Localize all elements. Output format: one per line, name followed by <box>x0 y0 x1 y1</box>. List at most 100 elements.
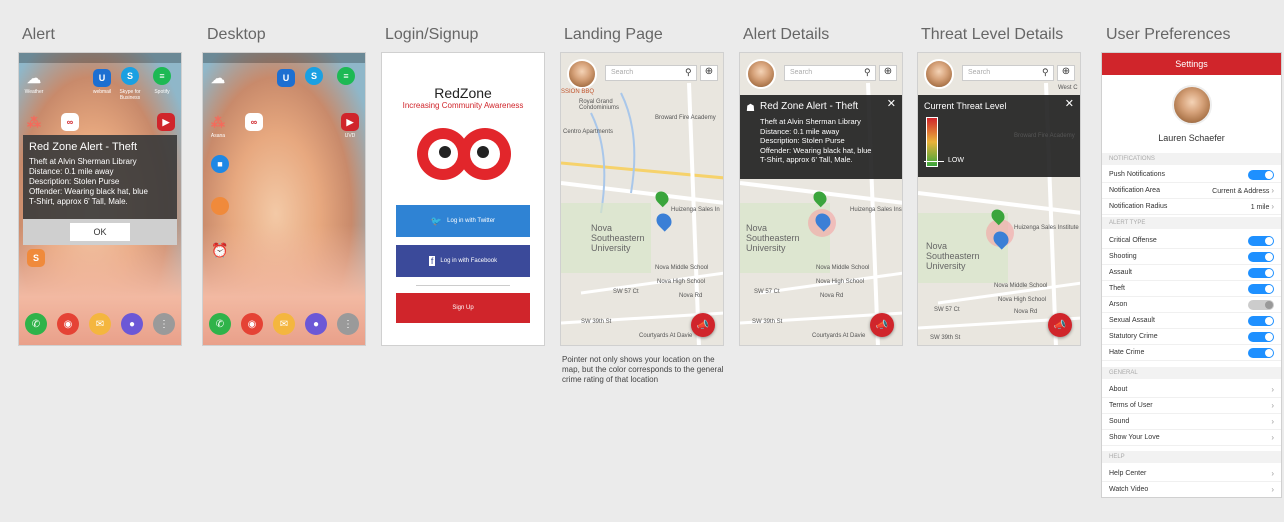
avatar[interactable] <box>567 59 597 89</box>
skype-icon[interactable]: S <box>305 67 323 85</box>
push-notifications-row[interactable]: Push Notifications <box>1102 167 1281 183</box>
notification-radius-row[interactable]: Notification Radius 1 mile › <box>1102 199 1281 215</box>
email-icon[interactable]: ✉ <box>89 313 111 335</box>
search-input[interactable]: Search <box>784 65 876 81</box>
map-label: SW 57 Ct <box>934 307 960 313</box>
brand-tagline: Increasing Community Awareness <box>402 101 524 110</box>
alert-type-toggle[interactable] <box>1248 267 1274 278</box>
alert-type-row[interactable]: Critical Offense <box>1102 233 1281 249</box>
apps-grid-icon[interactable]: ⋮ <box>337 313 359 335</box>
alert-type-toggle[interactable] <box>1248 251 1274 262</box>
row-label: Help Center <box>1109 470 1147 477</box>
report-alert-button[interactable]: 📣 <box>1048 313 1072 337</box>
general-row-sound[interactable]: Sound › <box>1102 414 1281 430</box>
app-icon[interactable]: S <box>27 249 45 267</box>
uvd-icon[interactable]: ▶ <box>157 113 175 131</box>
map-view[interactable]: Search ⚲ ⊕ West C ✕ Current Threat Level… <box>918 53 1080 345</box>
alert-line: T-Shirt, approx 6' Tall, Male. <box>760 155 853 164</box>
asana-icon[interactable]: ⁂ <box>209 113 227 131</box>
search-icon[interactable]: ⚲ <box>864 67 874 77</box>
login-twitter-button[interactable]: 🐦 Log in with Twitter <box>396 205 530 237</box>
avatar[interactable] <box>1172 85 1212 125</box>
alarm-icon[interactable]: ⏰ <box>211 241 229 259</box>
alert-phone-screen: ☁ Weather U webmail S Skype for Business… <box>18 52 182 346</box>
phone-icon[interactable]: ✆ <box>25 313 47 335</box>
uvd-icon[interactable]: ▶ <box>341 113 359 131</box>
alert-line: Theft at Alvin Sherman Library <box>760 117 861 126</box>
alert-type-toggle[interactable] <box>1248 235 1274 246</box>
alert-type-toggle[interactable] <box>1248 347 1274 358</box>
alert-type-row[interactable]: Shooting <box>1102 249 1281 265</box>
map-label: Centro Apartments <box>563 129 614 135</box>
skype-icon[interactable]: S <box>121 67 139 85</box>
alert-type-row[interactable]: Statutory Crime <box>1102 329 1281 345</box>
asana-icon[interactable]: ⁂ <box>25 113 43 131</box>
threat-level-screen: Search ⚲ ⊕ West C ✕ Current Threat Level… <box>917 52 1081 346</box>
row-label: Statutory Crime <box>1109 333 1158 340</box>
camera-icon[interactable]: ● <box>305 313 327 335</box>
alert-type-toggle[interactable] <box>1248 315 1274 326</box>
outlook-icon[interactable]: U <box>277 69 295 87</box>
spotify-icon[interactable]: ≡ <box>153 67 171 85</box>
ok-button[interactable]: OK <box>70 223 130 241</box>
status-bar <box>203 53 365 63</box>
chevron-right-icon: › <box>1271 469 1274 478</box>
app-label: UVD <box>344 133 356 139</box>
chrome-icon[interactable]: ◉ <box>57 313 79 335</box>
map-label: Nova Southeastern University <box>926 241 980 271</box>
push-notifications-toggle[interactable] <box>1248 169 1274 180</box>
login-facebook-button[interactable]: f Log in with Facebook <box>396 245 530 277</box>
report-alert-button[interactable]: 📣 <box>691 313 715 337</box>
video-icon[interactable]: ■ <box>211 155 229 173</box>
general-row-show-love[interactable]: Show Your Love › <box>1102 430 1281 446</box>
search-input[interactable]: Search <box>605 65 697 81</box>
map-view[interactable]: Search ⚲ ⊕ ✕ ☗ Red Zone Alert - Theft Th… <box>740 53 902 345</box>
email-icon[interactable]: ✉ <box>273 313 295 335</box>
search-icon[interactable]: ⚲ <box>1042 67 1052 77</box>
chevron-right-icon: › <box>1271 385 1274 394</box>
map-label: Nova Southeastern University <box>746 223 800 253</box>
signup-button[interactable]: Sign Up <box>396 293 530 323</box>
alert-type-row[interactable]: Sexual Assault <box>1102 313 1281 329</box>
phone-icon[interactable]: ✆ <box>209 313 231 335</box>
general-row-about[interactable]: About › <box>1102 382 1281 398</box>
alert-line: Description: Stolen Purse <box>760 136 845 145</box>
help-row-center[interactable]: Help Center › <box>1102 466 1281 482</box>
spotify-icon[interactable]: ≡ <box>337 67 355 85</box>
divider <box>416 285 510 286</box>
camera-icon[interactable]: ● <box>121 313 143 335</box>
avatar[interactable] <box>746 59 776 89</box>
chrome-icon[interactable]: ◉ <box>241 313 263 335</box>
alert-type-row[interactable]: Theft <box>1102 281 1281 297</box>
apps-grid-icon[interactable]: ⋮ <box>153 313 175 335</box>
general-row-terms[interactable]: Terms of User › <box>1102 398 1281 414</box>
help-row-video[interactable]: Watch Video › <box>1102 482 1281 497</box>
my-location-button[interactable]: ⊕ <box>1057 65 1075 81</box>
notification-area-row[interactable]: Notification Area Current & Address › <box>1102 183 1281 199</box>
settings-screen: Settings Lauren Schaefer NOTIFICATIONS P… <box>1101 52 1282 498</box>
avatar[interactable] <box>924 59 954 89</box>
map-view[interactable]: Search ⚲ ⊕ SSION BBQ Royal Grand Condomi… <box>561 53 723 345</box>
map-label: SW 57 Ct <box>613 289 639 295</box>
ghost-icon: ☗ <box>746 103 755 114</box>
redzone-icon[interactable]: ∞ <box>61 113 79 131</box>
report-alert-button[interactable]: 📣 <box>870 313 894 337</box>
close-icon[interactable]: ✕ <box>1065 97 1074 110</box>
close-icon[interactable]: ✕ <box>887 97 896 110</box>
search-icon[interactable]: ⚲ <box>685 67 695 77</box>
alert-type-row[interactable]: Assault <box>1102 265 1281 281</box>
outlook-icon[interactable]: U <box>93 69 111 87</box>
row-label: Push Notifications <box>1109 171 1166 178</box>
general-header: GENERAL <box>1102 367 1281 379</box>
alert-type-toggle[interactable] <box>1248 299 1274 310</box>
redzone-icon[interactable]: ∞ <box>245 113 263 131</box>
search-input[interactable]: Search <box>962 65 1054 81</box>
notification-area-value: Current & Address <box>1212 188 1270 195</box>
my-location-button[interactable]: ⊕ <box>879 65 897 81</box>
alert-type-toggle[interactable] <box>1248 283 1274 294</box>
alert-type-row[interactable]: Hate Crime <box>1102 345 1281 361</box>
my-location-button[interactable]: ⊕ <box>700 65 718 81</box>
alert-type-toggle[interactable] <box>1248 331 1274 342</box>
alert-type-row[interactable]: Arson <box>1102 297 1281 313</box>
app-icon[interactable] <box>211 197 229 215</box>
